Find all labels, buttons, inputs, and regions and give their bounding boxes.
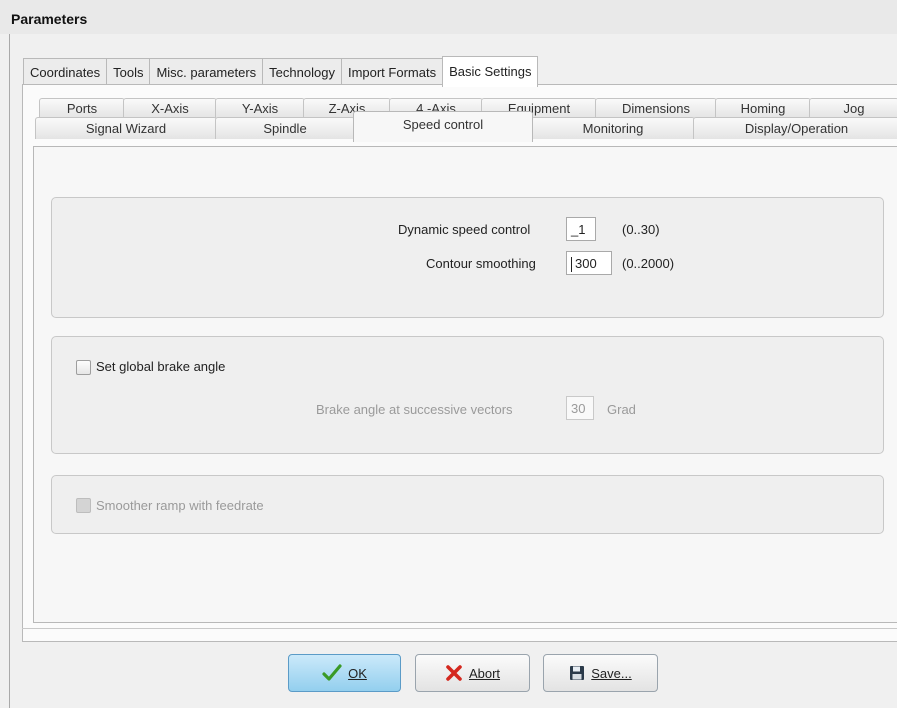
contour-smoothing-label: Contour smoothing [426,256,536,271]
tab-misc-parameters[interactable]: Misc. parameters [149,58,264,86]
dynamic-speed-label: Dynamic speed control [398,222,531,237]
global-brake-angle-checkbox[interactable] [76,360,91,375]
tab-spindle[interactable]: Spindle [215,117,355,139]
contour-smoothing-value: 300 [575,256,597,271]
global-brake-angle-label: Set global brake angle [96,359,226,374]
abort-x-icon [445,664,463,682]
brake-angle-group [51,336,884,454]
tab-technology[interactable]: Technology [262,58,342,86]
tab-display-operation[interactable]: Display/Operation [693,117,897,139]
dynamic-speed-range: (0..30) [622,222,660,237]
tab-monitoring[interactable]: Monitoring [531,117,695,139]
brake-angle-unit: Grad [607,402,636,417]
save-button-label: Save... [591,665,632,681]
window-title: Parameters [11,11,88,27]
smoother-ramp-label: Smoother ramp with feedrate [96,498,264,513]
tab-x-axis[interactable]: X-Axis [123,98,217,118]
tab-homing[interactable]: Homing [715,98,811,118]
text-cursor [571,257,572,273]
save-button[interactable]: Save... [543,654,658,692]
button-separator [22,628,897,629]
tab-speed-control[interactable]: Speed control [353,111,533,142]
tab-coordinates[interactable]: Coordinates [23,58,108,86]
tab-import-formats[interactable]: Import Formats [340,58,444,86]
tab-y-axis[interactable]: Y-Axis [215,98,305,118]
brake-angle-label: Brake angle at successive vectors [316,402,513,417]
ok-button[interactable]: OK [288,654,401,692]
smoother-ramp-checkbox[interactable] [76,498,91,513]
tab-ports[interactable]: Ports [39,98,125,118]
dynamic-speed-input[interactable]: _1 [566,217,596,241]
abort-button[interactable]: Abort [415,654,530,692]
tab-jog[interactable]: Jog [809,98,897,118]
tab-signal-wizard[interactable]: Signal Wizard [35,117,217,139]
contour-smoothing-input[interactable]: 300 [566,251,612,275]
tab-tools[interactable]: Tools [106,58,151,86]
top-tab-bar: Coordinates Tools Misc. parameters Techn… [23,56,539,87]
ok-button-label: OK [348,665,367,681]
contour-smoothing-range: (0..2000) [622,256,675,271]
abort-button-label: Abort [468,665,501,681]
checkmark-icon [322,664,342,682]
parameters-window: Parameters Coordinates Tools Misc. param… [0,0,897,708]
tab-dimensions[interactable]: Dimensions [595,98,717,118]
tab-basic-settings[interactable]: Basic Settings [442,56,539,87]
floppy-disk-icon [569,665,585,681]
brake-angle-input[interactable]: 30 [566,396,594,420]
title-bar: Parameters [0,0,897,34]
